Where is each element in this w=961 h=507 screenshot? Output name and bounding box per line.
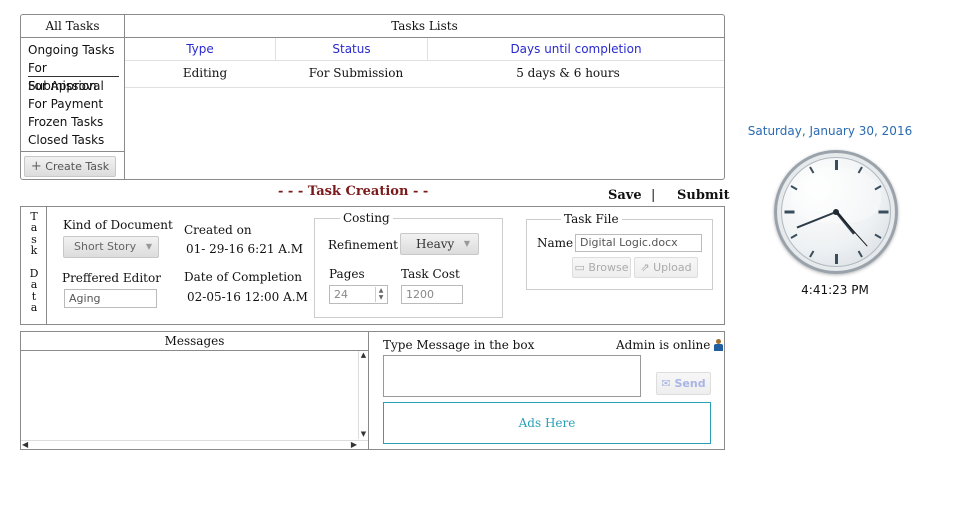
scroll-down-icon[interactable]: ▼ (359, 430, 368, 439)
messages-title: Messages (21, 332, 368, 351)
side-label-letter: k (30, 244, 38, 258)
save-button[interactable]: Save (608, 188, 642, 203)
clock-tick (790, 233, 798, 239)
preferred-editor-label: Preffered Editor (62, 271, 161, 285)
clock-tick (878, 210, 889, 214)
send-button[interactable]: ✉ Send (656, 372, 711, 395)
admin-status-text: Admin is online (616, 338, 711, 352)
upload-button[interactable]: ⇗ Upload (634, 257, 698, 278)
preferred-editor-input[interactable]: Aging (64, 289, 157, 308)
table-row-divider (125, 87, 724, 88)
clock-date: Saturday, January 30, 2016 (747, 124, 913, 138)
sidebar-item-frozen[interactable]: Frozen Tasks (28, 113, 124, 131)
clock-center-pin (833, 209, 839, 215)
kind-of-document-dropdown[interactable]: Short Story ▼ (63, 236, 159, 258)
horizontal-scrollbar[interactable]: ◀ ▶ (21, 440, 368, 450)
kind-of-document-label: Kind of Document (63, 218, 173, 232)
clock-tick (835, 254, 838, 264)
upload-icon: ⇗ (640, 261, 650, 274)
submit-button[interactable]: Submit (677, 188, 730, 203)
clock-tick (784, 210, 795, 214)
clock-time: 4:41:23 PM (801, 283, 869, 297)
user-icon (714, 339, 724, 351)
tasks-list-title: Tasks Lists (125, 15, 724, 38)
created-on-value: 01- 29-16 6:21 A.M (186, 242, 304, 256)
clock-tick (835, 160, 838, 170)
task-creation-title: - - - Task Creation - - (278, 184, 429, 199)
plus-icon: + (30, 159, 42, 174)
date-of-completion-value: 02-05-16 12:00 A.M (187, 290, 308, 304)
chevron-down-icon: ▼ (145, 242, 152, 251)
save-submit-separator: | (651, 188, 656, 203)
cell-type: Editing (182, 66, 228, 80)
browse-button[interactable]: ▭ Browse (572, 257, 631, 278)
create-task-label: Create Task (45, 160, 110, 173)
pages-label: Pages (329, 267, 365, 281)
created-on-label: Created on (184, 223, 252, 237)
analog-clock (774, 150, 898, 274)
pages-stepper[interactable]: 24 ▲ ▼ (329, 285, 388, 304)
scroll-right-icon[interactable]: ▶ (351, 440, 357, 449)
chevron-down-icon: ▼ (463, 239, 470, 248)
sidebar-divider (21, 151, 124, 152)
sidebar-list: Ongoing Tasks For Submission For Approva… (21, 38, 124, 149)
task-file-title: Task File (561, 212, 622, 226)
upload-label: Upload (653, 261, 692, 274)
scroll-left-icon[interactable]: ◀ (22, 440, 28, 449)
refinement-dropdown[interactable]: Heavy ▼ (400, 233, 479, 255)
send-icon: ✉ (661, 377, 671, 390)
vertical-scrollbar[interactable]: ▲ ▼ (358, 351, 368, 439)
task-cost-input[interactable]: 1200 (401, 285, 463, 304)
table-row[interactable]: Editing For Submission 5 days & 6 hours (125, 38, 724, 88)
refinement-label: Refinement (328, 238, 399, 252)
sidebar-item-ongoing[interactable]: Ongoing Tasks (28, 41, 124, 59)
type-message-label: Type Message in the box (383, 338, 535, 352)
sidebar-item-for-submission[interactable]: For Submission (28, 59, 119, 93)
sidebar-title: All Tasks (21, 15, 124, 38)
costing-title: Costing (340, 211, 393, 225)
clock-tick (809, 250, 815, 258)
stepper-arrows-icon[interactable]: ▲ ▼ (375, 287, 386, 302)
sidebar-item-closed[interactable]: Closed Tasks (28, 131, 124, 149)
sidebar-item-for-payment[interactable]: For Payment (28, 95, 124, 113)
scroll-up-icon[interactable]: ▲ (359, 351, 368, 360)
side-label-letter: a (30, 301, 38, 315)
task-data-vertical-text: Task Data (22, 211, 46, 314)
sidebar-item-for-approval[interactable]: For Approval (28, 77, 124, 95)
pages-value: 24 (334, 288, 348, 301)
tasks-list: Tasks Lists Type Status Days until compl… (125, 15, 724, 179)
file-name-label: Name (537, 236, 574, 250)
folder-icon: ▭ (574, 261, 585, 274)
admin-status: Admin is online (616, 338, 724, 352)
sidebar: All Tasks Ongoing Tasks For Submission F… (21, 15, 125, 179)
send-label: Send (674, 377, 706, 390)
messages-list (21, 351, 360, 440)
cell-days: 5 days & 6 hours (516, 66, 620, 80)
kind-of-document-value: Short Story (74, 240, 137, 253)
tasks-table: Type Status Days until completion Editin… (125, 38, 724, 88)
ads-banner: Ads Here (383, 402, 711, 444)
file-name-input[interactable]: Digital Logic.docx (575, 234, 702, 252)
browse-label: Browse (588, 261, 629, 274)
date-of-completion-label: Date of Completion (184, 270, 303, 284)
create-task-button[interactable]: + Create Task (24, 156, 116, 177)
message-input[interactable] (383, 355, 641, 397)
refinement-value: Heavy (416, 237, 455, 251)
messages-area: Messages ▲ ▼ ◀ ▶ (21, 332, 369, 449)
clock-tick (857, 250, 863, 258)
clock-tick (874, 233, 882, 239)
cell-status: For Submission (308, 66, 404, 80)
task-cost-label: Task Cost (401, 267, 460, 281)
task-file-group (526, 219, 713, 290)
